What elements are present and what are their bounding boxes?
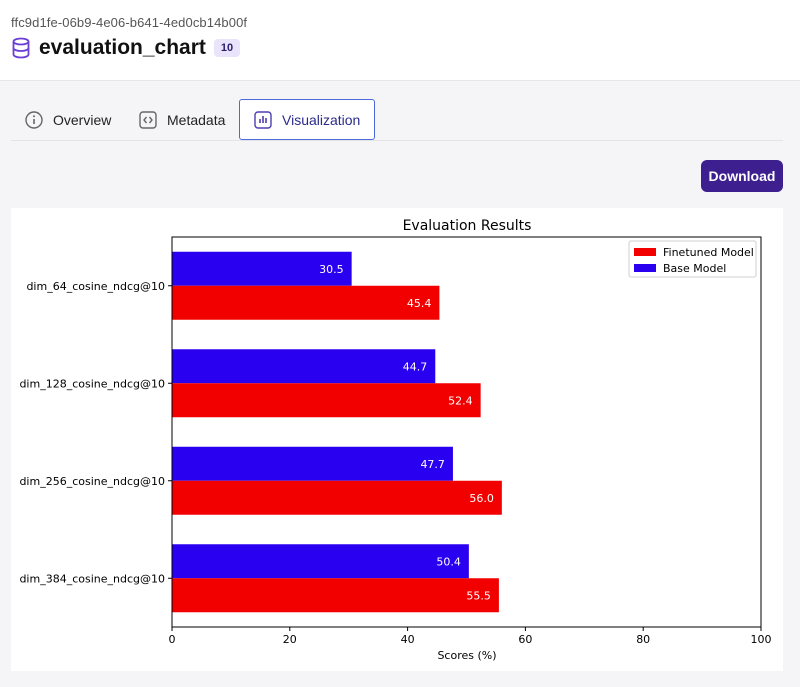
artifact-id: ffc9d1fe-06b9-4e06-b641-4ed0cb14b00f — [11, 15, 248, 30]
bar-finetuned — [172, 480, 502, 515]
x-tick-label: 20 — [283, 633, 297, 646]
version-badge: 10 — [213, 39, 241, 57]
bar-value-label: 50.4 — [436, 555, 461, 568]
chart-title: Evaluation Results — [403, 218, 532, 234]
bar-value-label: 56.0 — [469, 492, 494, 505]
title-row: evaluation_chart 10 — [11, 36, 241, 60]
y-tick-label: dim_256_cosine_ndcg@10 — [19, 475, 165, 488]
legend-label: Base Model — [663, 262, 726, 275]
bar-value-label: 55.5 — [466, 589, 491, 602]
bar-base — [172, 446, 453, 481]
bar-value-label: 47.7 — [420, 458, 445, 471]
artifact-header: ffc9d1fe-06b9-4e06-b641-4ed0cb14b00f eva… — [0, 0, 800, 81]
bar-base — [172, 544, 469, 579]
bar-finetuned — [172, 285, 440, 320]
tab-metadata-label: Metadata — [167, 111, 226, 128]
bar-value-label: 45.4 — [407, 297, 432, 310]
download-button[interactable]: Download — [701, 160, 783, 192]
bar-finetuned — [172, 578, 499, 613]
chart-legend: Finetuned Model Base Model — [628, 240, 757, 278]
chart-container: Evaluation Results 30.5 45.4 44.7 52.4 47.7 5… — [11, 208, 783, 671]
bar-value-label: 30.5 — [319, 263, 344, 276]
x-tick-label: 80 — [636, 633, 650, 646]
bar-value-label: 44.7 — [403, 360, 428, 373]
tab-bar: Overview Metadata Visualization — [11, 99, 783, 141]
bar-base — [172, 349, 436, 384]
tab-metadata[interactable]: Metadata — [139, 99, 225, 140]
y-tick-label: dim_128_cosine_ndcg@10 — [19, 377, 165, 390]
bar-chart-icon — [254, 110, 272, 129]
x-tick-label: 100 — [751, 633, 772, 646]
page-title: evaluation_chart — [39, 36, 206, 59]
x-tick-label: 40 — [401, 633, 415, 646]
code-icon — [139, 110, 157, 129]
y-tick-label: dim_384_cosine_ndcg@10 — [19, 572, 165, 585]
tab-visualization-label: Visualization — [282, 111, 361, 128]
evaluation-chart: Evaluation Results 30.5 45.4 44.7 52.4 47.7 5… — [19, 218, 772, 662]
bar-value-label: 52.4 — [448, 394, 473, 407]
x-tick-label: 60 — [518, 633, 532, 646]
y-tick-label: dim_64_cosine_ndcg@10 — [26, 280, 165, 293]
x-tick-label: 0 — [169, 633, 176, 646]
x-axis-label: Scores (%) — [437, 649, 496, 662]
tab-overview[interactable]: Overview — [25, 99, 111, 140]
main-content: Overview Metadata Visualization Download… — [0, 81, 800, 687]
bar-finetuned — [172, 383, 481, 418]
tab-overview-label: Overview — [53, 111, 112, 128]
info-icon — [25, 110, 43, 129]
legend-swatch — [634, 248, 656, 256]
database-icon — [11, 37, 31, 59]
legend-label: Finetuned Model — [663, 246, 754, 259]
legend-swatch — [634, 264, 656, 272]
tab-visualization[interactable]: Visualization — [239, 99, 375, 140]
